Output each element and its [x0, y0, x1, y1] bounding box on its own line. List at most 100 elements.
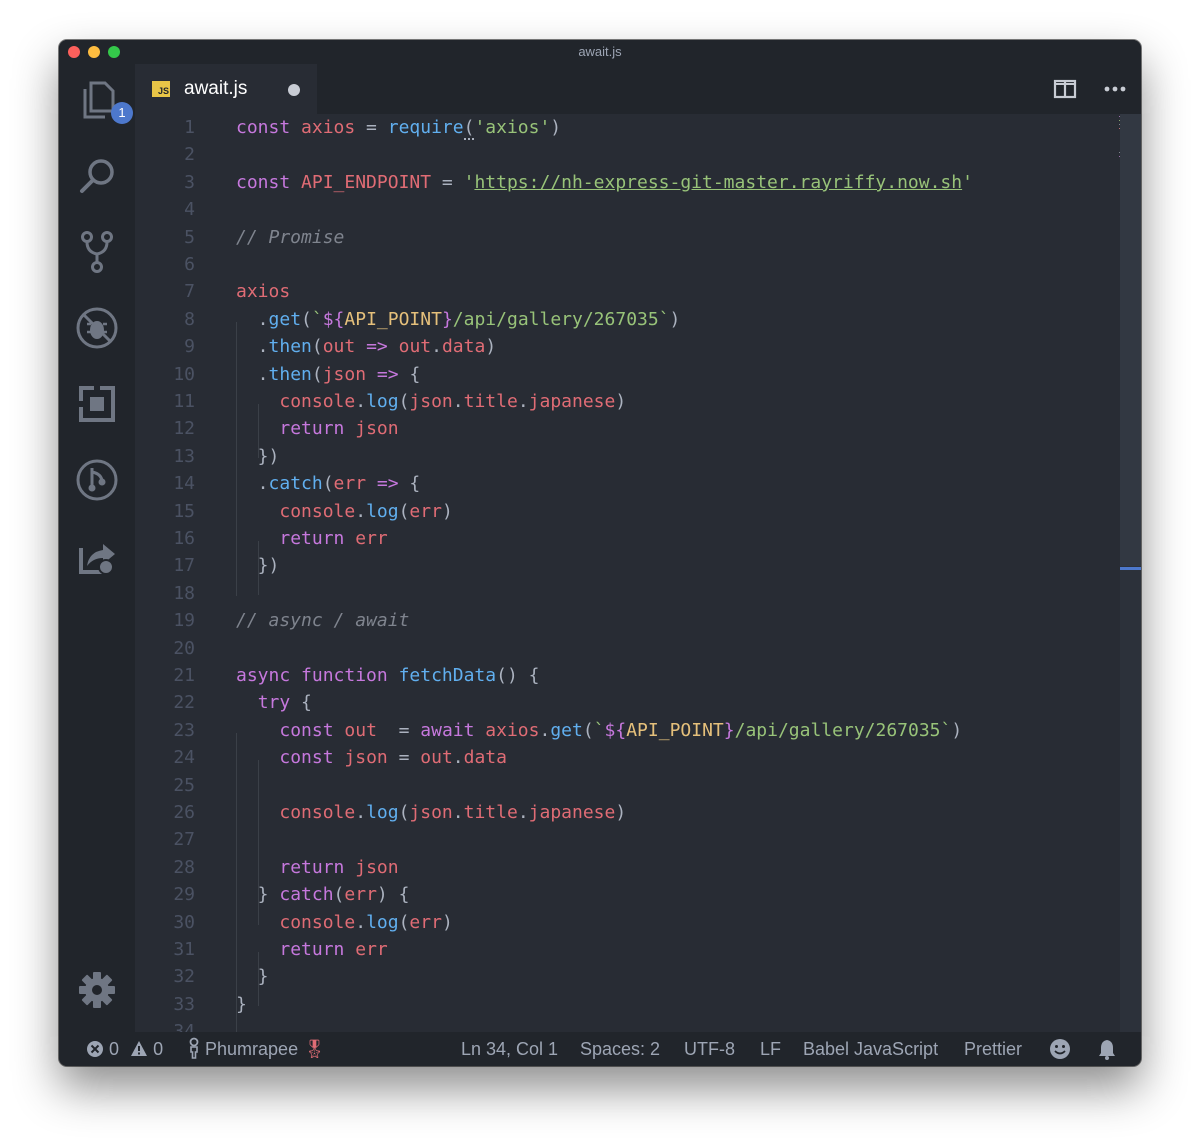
- code-line[interactable]: }): [236, 445, 280, 468]
- code-token: axios: [236, 281, 291, 303]
- tab-await-js[interactable]: JS await.js: [135, 64, 317, 114]
- status-bar: 0 0 Phumrapee 🎖 Ln 34, Col 1 Spaces: 2 U…: [59, 1032, 1141, 1066]
- code-line[interactable]: console.log(err): [236, 501, 452, 523]
- end-of-line[interactable]: LF: [760, 1032, 781, 1066]
- code-editor[interactable]: 1 2 3 4 5 6 7 8 9 10 11 12 13 14 15 16 17 18 19 20 21 22 23 24 2…: [135, 114, 1141, 1032]
- minimize-window-button[interactable]: [88, 46, 100, 58]
- file-encoding[interactable]: UTF-8: [684, 1032, 735, 1066]
- extensions-button[interactable]: [73, 380, 121, 428]
- code-line[interactable]: async function fetchData() {: [236, 665, 539, 687]
- code-token: API_POINT: [626, 719, 724, 741]
- code-line[interactable]: // async / await: [236, 610, 409, 632]
- scrollbar-thumb[interactable]: [1120, 114, 1141, 566]
- feedback-button[interactable]: [1049, 1038, 1071, 1060]
- line-number: 8: [184, 308, 195, 330]
- code-token: const: [236, 117, 291, 138]
- language-mode[interactable]: Babel JavaScript: [803, 1032, 938, 1066]
- code-line[interactable]: return err: [236, 528, 387, 550]
- code-token: catch: [268, 473, 323, 495]
- code-line[interactable]: }: [236, 994, 247, 1016]
- unsaved-dot-icon[interactable]: [288, 84, 300, 96]
- code-line[interactable]: }): [236, 555, 280, 577]
- vertical-scrollbar[interactable]: [1120, 114, 1141, 1032]
- line-number: 11: [173, 391, 195, 412]
- user-name: Phumrapee: [205, 1039, 299, 1059]
- line-number: 20: [173, 637, 195, 659]
- explorer-button[interactable]: 1: [73, 76, 133, 124]
- code-token: title: [463, 802, 518, 823]
- user-medal-emoji: 🎖: [303, 1039, 326, 1059]
- zoom-window-button[interactable]: [108, 46, 120, 58]
- search-button[interactable]: [73, 152, 121, 200]
- code-token: axios: [485, 719, 540, 741]
- code-token: ): [550, 117, 562, 138]
- code-line[interactable]: return err: [236, 939, 387, 961]
- code-line[interactable]: const API_ENDPOINT = 'https://nh-express…: [236, 172, 973, 194]
- code-token: ): [669, 308, 681, 330]
- code-token: .: [355, 802, 367, 823]
- code-line[interactable]: try {: [236, 692, 312, 714]
- code-token: }: [441, 308, 453, 330]
- code-line[interactable]: // Promise: [236, 227, 344, 249]
- code-line[interactable]: console.log(err): [236, 912, 452, 934]
- code-line[interactable]: } catch(err) {: [236, 884, 410, 906]
- line-number: 31: [173, 939, 195, 960]
- code-line[interactable]: const out = await axios.get(`${API_POINT…: [236, 720, 962, 742]
- split-editor-button[interactable]: [1053, 78, 1077, 105]
- notifications-button[interactable]: [1097, 1038, 1117, 1060]
- code-token: .: [517, 391, 529, 412]
- problems-indicator[interactable]: 0 0: [86, 1032, 163, 1066]
- close-window-button[interactable]: [68, 46, 80, 58]
- code-line[interactable]: console.log(json.title.japanese): [236, 802, 626, 824]
- code-token: /api/gallery/267035`: [452, 308, 670, 330]
- code-token: err: [333, 473, 367, 495]
- debug-button[interactable]: [73, 304, 121, 352]
- code-line[interactable]: }: [236, 966, 269, 988]
- live-share-user[interactable]: Phumrapee 🎖: [188, 1032, 326, 1066]
- line-number: 14: [173, 473, 195, 495]
- search-icon: [80, 159, 114, 193]
- code-line[interactable]: .then(json => {: [236, 364, 421, 386]
- line-number: 28: [173, 856, 195, 878]
- code-line[interactable]: console.log(json.title.japanese): [236, 391, 626, 413]
- indentation-setting[interactable]: Spaces: 2: [580, 1032, 660, 1066]
- code-token: }): [236, 445, 280, 467]
- code-token: .: [236, 473, 269, 495]
- code-token: `: [311, 308, 323, 330]
- code-line[interactable]: return json: [236, 857, 398, 879]
- code-line[interactable]: return json: [236, 418, 398, 440]
- source-control-button[interactable]: [73, 228, 121, 276]
- code-line[interactable]: const axios = require('axios'): [236, 117, 562, 140]
- code-token: out: [398, 336, 432, 358]
- code-token: =: [431, 171, 464, 193]
- code-line[interactable]: .catch(err => {: [236, 473, 421, 495]
- code-token: get: [268, 308, 302, 330]
- cursor-position[interactable]: Ln 34, Col 1: [461, 1032, 558, 1066]
- code-line[interactable]: axios: [236, 281, 290, 303]
- line-number: 17: [173, 555, 195, 577]
- code-line[interactable]: .then(out => out.data): [236, 336, 497, 358]
- more-actions-button[interactable]: [1103, 78, 1127, 105]
- code-token: axios: [301, 117, 356, 138]
- manage-button[interactable]: [73, 966, 121, 1014]
- live-share-button[interactable]: [73, 532, 121, 580]
- prettier-formatter[interactable]: Prettier: [964, 1032, 1022, 1066]
- code-token: (: [333, 884, 345, 906]
- code-token: API_ENDPOINT: [301, 171, 432, 193]
- code-line[interactable]: const json = out.data: [236, 747, 507, 769]
- code-token: .: [431, 336, 442, 358]
- title-bar: await.js: [59, 40, 1141, 64]
- person-icon: [189, 1037, 199, 1059]
- code-token: (: [301, 308, 312, 330]
- code-line[interactable]: .get(`${API_POINT}/api/gallery/267035`): [236, 308, 681, 331]
- gitlens-button[interactable]: [73, 456, 121, 504]
- line-number: 2: [184, 144, 195, 166]
- line-number: 15: [173, 500, 195, 522]
- code-token: json: [409, 391, 453, 412]
- code-token: // async / await: [236, 610, 410, 632]
- code-token: get: [550, 719, 583, 741]
